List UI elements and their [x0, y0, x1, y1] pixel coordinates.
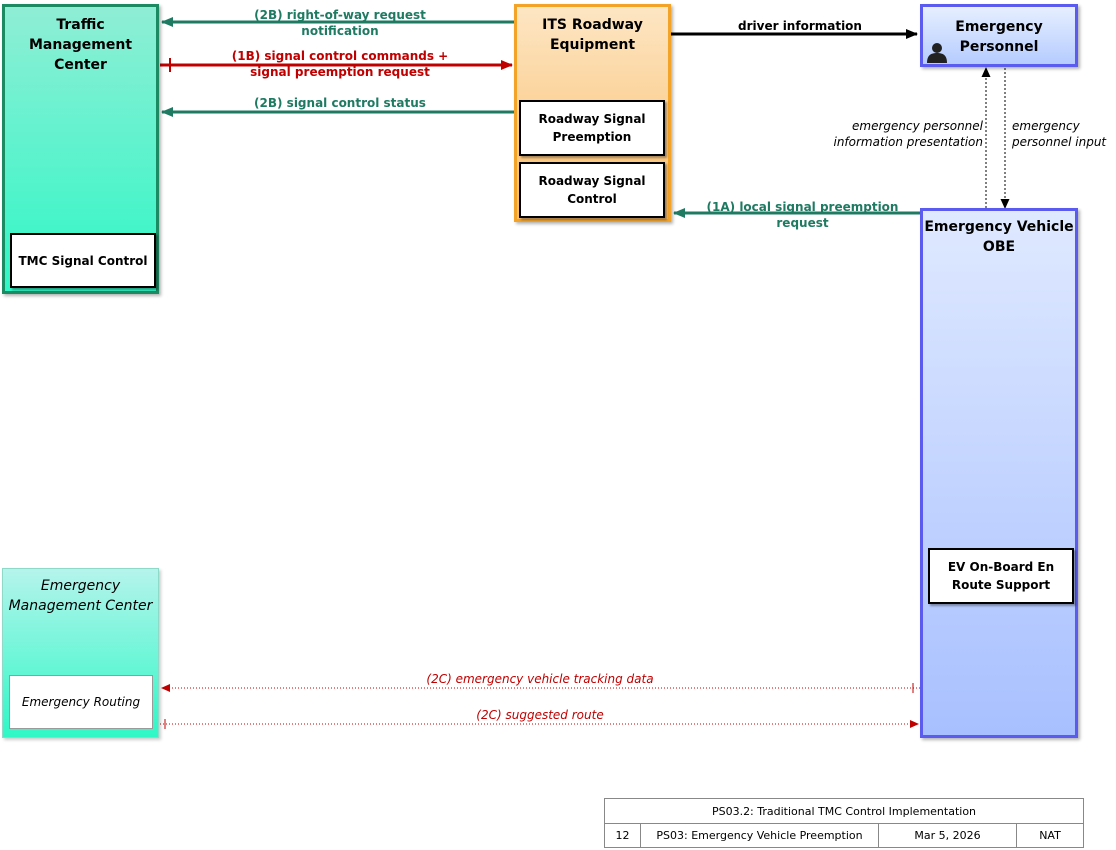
traffic-management-center-node[interactable]: Traffic Management Center TMC Signal Con… — [2, 4, 159, 294]
rse-title: ITS Roadway Equipment — [542, 17, 643, 53]
ev-title: Emergency Vehicle OBE — [924, 219, 1074, 255]
title-block-package: PS03: Emergency Vehicle Preemption — [641, 823, 879, 847]
its-roadway-equipment-node[interactable]: ITS Roadway Equipment Roadway Signal Pre… — [514, 4, 671, 222]
title-block-date: Mar 5, 2026 — [879, 823, 1017, 847]
title-block-page: 12 — [605, 823, 641, 847]
flow-label-driver-info: driver information — [738, 19, 862, 33]
title-block-title: PS03.2: Traditional TMC Control Implemen… — [605, 799, 1083, 824]
flow-label-tracking: (2C) emergency vehicle tracking data — [426, 672, 654, 686]
flow-label-signal-commands: (1B) signal control commands + signal pr… — [231, 49, 449, 79]
flow-label-ep-input: emergency personnel input — [1012, 119, 1107, 149]
flow-label-ep-presentation: emergency personnel information presenta… — [833, 119, 983, 149]
roadway-signal-preemption-box[interactable]: Roadway Signal Preemption — [519, 100, 665, 156]
diagram-title-block: PS03.2: Traditional TMC Control Implemen… — [604, 798, 1084, 848]
title-block-scope: NAT — [1039, 828, 1061, 842]
ev-on-board-en-route-support-box[interactable]: EV On-Board En Route Support — [928, 548, 1074, 604]
emc-title: Emergency Management Center — [8, 578, 153, 614]
person-icon — [927, 43, 947, 63]
tmc-signal-control-box[interactable]: TMC Signal Control — [10, 233, 156, 288]
flow-label-suggested-route: (2C) suggested route — [476, 708, 604, 722]
emergency-personnel-node[interactable]: Emergency Personnel — [920, 4, 1078, 67]
roadway-signal-control-box[interactable]: Roadway Signal Control — [519, 162, 665, 218]
emergency-management-center-node[interactable]: Emergency Management Center Emergency Ro… — [2, 568, 159, 738]
emergency-vehicle-obe-node[interactable]: Emergency Vehicle OBE EV On-Board En Rou… — [920, 208, 1078, 738]
tmc-title: Traffic Management Center — [28, 17, 133, 73]
flow-label-row-notification: (2B) right-of-way request notification — [254, 8, 426, 38]
emergency-routing-box[interactable]: Emergency Routing — [9, 675, 153, 729]
flow-label-signal-status: (2B) signal control status — [254, 96, 426, 110]
flow-label-local-preemption: (1A) local signal preemption request — [706, 200, 899, 230]
